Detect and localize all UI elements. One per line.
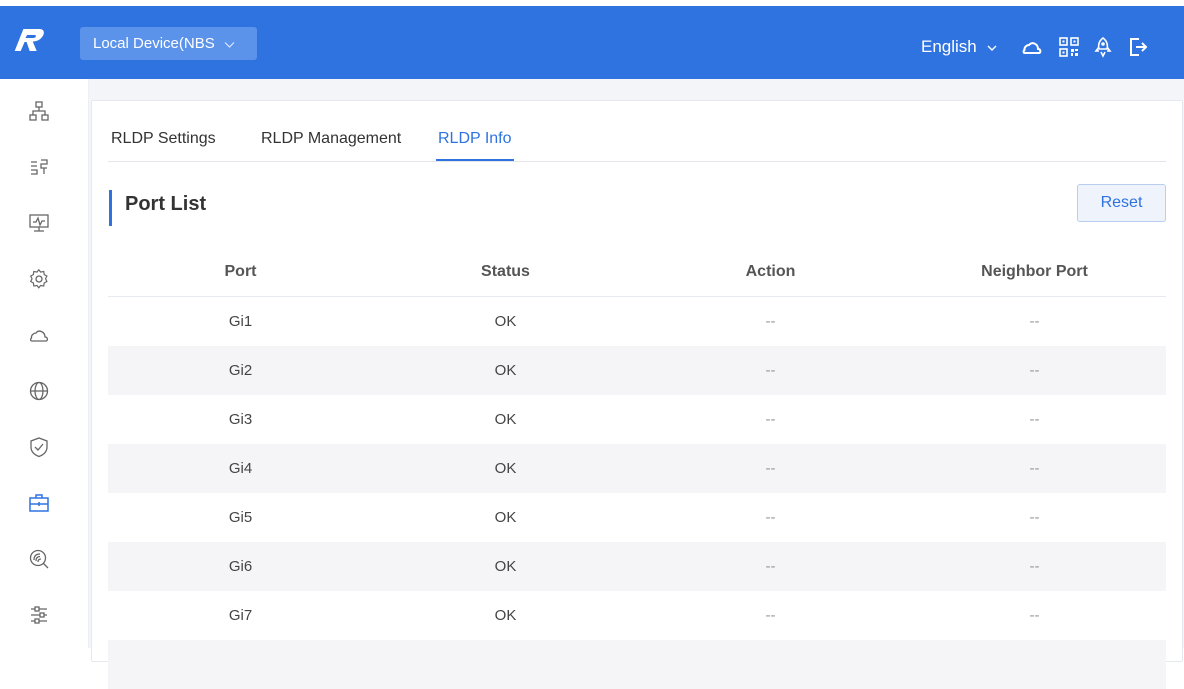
port-cell: Gi2 — [228, 362, 253, 379]
section-title: Port List — [109, 190, 206, 226]
table-row: Gi3 OK -- -- — [108, 395, 1166, 444]
status-cell: OK — [494, 411, 517, 428]
action-cell: -- — [765, 460, 776, 477]
port-cell: Gi5 — [228, 509, 253, 526]
table-row — [108, 640, 1166, 689]
column-header-port: Port — [224, 263, 257, 280]
table-row: Gi1 OK -- -- — [108, 297, 1166, 346]
shield-check-icon[interactable] — [28, 436, 50, 458]
topology-icon[interactable] — [28, 100, 50, 122]
action-cell: -- — [765, 509, 776, 526]
sidebar — [0, 79, 89, 648]
ruijie-logo[interactable] — [14, 26, 44, 54]
tab-rldp-info[interactable]: RLDP Info — [436, 130, 514, 161]
action-cell: -- — [765, 362, 776, 379]
neighbor-port-cell: -- — [1029, 313, 1040, 330]
language-label: English — [921, 37, 977, 56]
tab-rldp-management[interactable]: RLDP Management — [261, 130, 401, 148]
action-cell: -- — [765, 607, 776, 624]
network-diagnose-icon[interactable] — [28, 548, 50, 570]
neighbor-port-cell: -- — [1029, 607, 1040, 624]
action-cell: -- — [765, 411, 776, 428]
status-cell: OK — [494, 607, 517, 624]
settings-gear-icon[interactable] — [28, 268, 50, 290]
column-header-action: Action — [745, 263, 796, 280]
table-row: Gi2 OK -- -- — [108, 346, 1166, 395]
cloud-icon[interactable] — [28, 324, 50, 346]
status-cell: OK — [494, 509, 517, 526]
device-selector[interactable]: Local Device(NBS — [80, 27, 257, 60]
table-row: Gi5 OK -- -- — [108, 493, 1166, 542]
tab-bar: RLDP Settings RLDP Management RLDP Info — [108, 130, 1166, 162]
rldp-panel: RLDP Settings RLDP Management RLDP Info … — [91, 100, 1183, 689]
globe-icon[interactable] — [28, 380, 50, 402]
chevron-down-icon — [224, 41, 235, 48]
reset-button[interactable]: Reset — [1077, 184, 1166, 222]
sliders-icon[interactable] — [28, 604, 50, 626]
toolbox-icon[interactable] — [28, 492, 50, 514]
chevron-down-icon — [987, 45, 996, 51]
column-header-neighbor-port: Neighbor Port — [981, 263, 1088, 280]
port-cell: Gi7 — [228, 607, 253, 624]
main-content: RLDP Settings RLDP Management RLDP Info … — [89, 79, 1184, 689]
status-cell: OK — [494, 313, 517, 330]
status-cell: OK — [494, 558, 517, 575]
qr-code-icon[interactable] — [1058, 36, 1080, 58]
top-bar: Local Device(NBS English — [0, 6, 1184, 79]
rocket-icon[interactable] — [1092, 36, 1114, 58]
action-cell: -- — [765, 313, 776, 330]
language-selector[interactable]: English — [921, 37, 998, 57]
port-cell: Gi6 — [228, 558, 253, 575]
status-cell: OK — [494, 362, 517, 379]
port-cell: Gi1 — [228, 313, 253, 330]
neighbor-port-cell: -- — [1029, 558, 1040, 575]
table-row: Gi4 OK -- -- — [108, 444, 1166, 493]
monitor-icon[interactable] — [28, 212, 50, 234]
table-header: Port Status Action Neighbor Port — [108, 247, 1166, 297]
port-list-table: Port Status Action Neighbor Port Gi1 OK … — [108, 247, 1166, 689]
neighbor-port-cell: -- — [1029, 411, 1040, 428]
status-cell: OK — [494, 460, 517, 477]
table-row: Gi6 OK -- -- — [108, 542, 1166, 591]
switch-ports-icon[interactable] — [28, 156, 50, 178]
table-row: Gi7 OK -- -- — [108, 591, 1166, 640]
tab-rldp-settings[interactable]: RLDP Settings — [111, 130, 216, 148]
neighbor-port-cell: -- — [1029, 460, 1040, 477]
device-selector-label: Local Device(NBS — [93, 35, 215, 52]
port-cell: Gi3 — [228, 411, 253, 428]
neighbor-port-cell: -- — [1029, 362, 1040, 379]
action-cell: -- — [765, 558, 776, 575]
cloud-icon[interactable] — [1021, 36, 1043, 58]
column-header-status: Status — [481, 263, 530, 280]
port-cell: Gi4 — [228, 460, 253, 477]
logout-icon[interactable] — [1127, 36, 1149, 58]
neighbor-port-cell: -- — [1029, 509, 1040, 526]
